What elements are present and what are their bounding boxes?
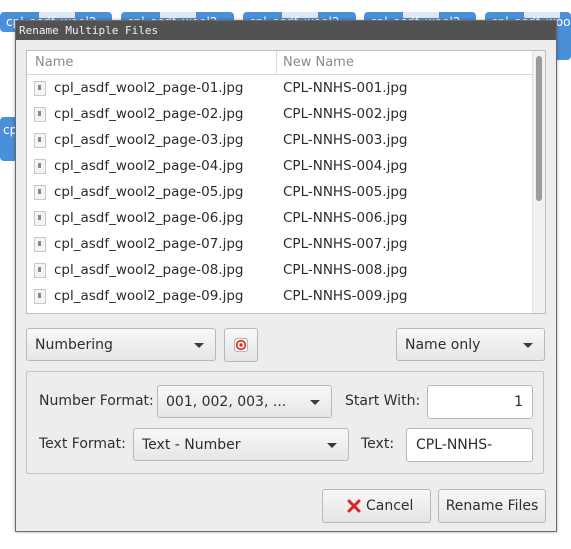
list-header: Name New Name — [27, 51, 532, 75]
image-file-icon — [34, 211, 46, 226]
file-name: cpl_asdf_wool2_page-05.jpg — [54, 184, 244, 200]
column-separator[interactable] — [276, 51, 277, 74]
table-row[interactable]: cpl_asdf_wool2_page-01.jpg CPL-NNHS-001.j… — [27, 75, 532, 101]
file-name: cpl_asdf_wool2_page-06.jpg — [54, 210, 244, 226]
file-name: cpl_asdf_wool2_page-09.jpg — [54, 288, 244, 304]
table-row[interactable]: cpl_asdf_wool2_page-05.jpg CPL-NNHS-005.j… — [27, 179, 532, 205]
text-format-value: Text - Number — [142, 437, 241, 453]
file-name: cpl_asdf_wool2_page-02.jpg — [54, 106, 244, 122]
image-file-icon — [34, 107, 46, 122]
new-file-name: CPL-NNHS-007.jpg — [283, 236, 408, 252]
edit-mode-button[interactable] — [224, 328, 258, 362]
image-file-icon — [34, 263, 46, 278]
file-name: cpl_asdf_wool2_page-07.jpg — [54, 236, 244, 252]
number-format-select[interactable]: 001, 002, 003, ... — [157, 385, 332, 418]
text-format-select[interactable]: Text - Number — [133, 428, 349, 461]
new-file-name: CPL-NNHS-001.jpg — [283, 80, 408, 96]
table-row[interactable]: cpl_asdf_wool2_page-04.jpg CPL-NNHS-004.j… — [27, 153, 532, 179]
number-format-value: 001, 002, 003, ... — [166, 394, 287, 410]
file-name: cpl_asdf_wool2_page-08.jpg — [54, 262, 244, 278]
file-name: cpl_asdf_wool2_page-03.jpg — [54, 132, 244, 148]
text-value: CPL-NNHS- — [416, 437, 493, 453]
image-file-icon — [34, 159, 46, 174]
new-file-name: CPL-NNHS-005.jpg — [283, 184, 408, 200]
start-with-value: 1 — [514, 394, 523, 410]
start-with-input[interactable]: 1 — [427, 385, 533, 419]
dialog-title: Rename Multiple Files — [19, 24, 159, 37]
text-format-label: Text Format: — [39, 436, 126, 452]
table-row[interactable]: cpl_asdf_wool2_page-02.jpg CPL-NNHS-002.j… — [27, 101, 532, 127]
scrollbar-thumb[interactable] — [536, 56, 542, 201]
rename-mode-select[interactable]: Numbering — [26, 328, 216, 361]
file-name: cpl_asdf_wool2_page-04.jpg — [54, 158, 244, 174]
chevron-down-icon — [194, 343, 204, 348]
number-format-label: Number Format: — [39, 393, 154, 409]
table-row[interactable]: cpl_asdf_wool2_page-06.jpg CPL-NNHS-006.j… — [27, 205, 532, 231]
target-icon — [234, 338, 248, 352]
file-rows: cpl_asdf_wool2_page-01.jpg CPL-NNHS-001.j… — [27, 75, 532, 309]
scope-select[interactable]: Name only — [396, 328, 545, 361]
rename-files-button[interactable]: Rename Files — [438, 489, 546, 523]
text-label: Text: — [361, 436, 395, 452]
rename-mode-value: Numbering — [35, 337, 113, 353]
image-file-icon — [34, 133, 46, 148]
text-input[interactable]: CPL-NNHS- — [406, 428, 533, 462]
list-scrollbar[interactable] — [532, 51, 545, 313]
chevron-down-icon — [523, 343, 533, 348]
table-row[interactable]: cpl_asdf_wool2_page-07.jpg CPL-NNHS-007.j… — [27, 231, 532, 257]
cancel-icon — [347, 499, 361, 513]
new-file-name: CPL-NNHS-002.jpg — [283, 106, 408, 122]
image-file-icon — [34, 81, 46, 96]
cancel-label: Cancel — [366, 498, 414, 514]
dialog-titlebar[interactable]: Rename Multiple Files — [16, 21, 556, 40]
image-file-icon — [34, 237, 46, 252]
scope-value: Name only — [405, 337, 481, 353]
file-list[interactable]: Name New Name cpl_asdf_wool2_page-01.jpg… — [26, 50, 546, 314]
chevron-down-icon — [310, 400, 320, 405]
table-row[interactable]: cpl_asdf_wool2_page-08.jpg CPL-NNHS-008.j… — [27, 257, 532, 283]
start-with-label: Start With: — [345, 393, 421, 409]
new-file-name: CPL-NNHS-009.jpg — [283, 288, 408, 304]
image-file-icon — [34, 185, 46, 200]
cancel-button[interactable]: Cancel — [322, 489, 431, 523]
new-file-name: CPL-NNHS-003.jpg — [283, 132, 408, 148]
table-row[interactable]: cpl_asdf_wool2_page-09.jpg CPL-NNHS-009.j… — [27, 283, 532, 309]
table-row[interactable]: cpl_asdf_wool2_page-03.jpg CPL-NNHS-003.j… — [27, 127, 532, 153]
numbering-options: Number Format: 001, 002, 003, ... Start … — [26, 371, 544, 474]
image-file-icon — [34, 289, 46, 304]
new-file-name: CPL-NNHS-008.jpg — [283, 262, 408, 278]
new-file-name: CPL-NNHS-006.jpg — [283, 210, 408, 226]
file-name: cpl_asdf_wool2_page-01.jpg — [54, 80, 244, 96]
rename-files-label: Rename Files — [445, 498, 539, 514]
rename-dialog: Rename Multiple Files Name New Name cpl_… — [15, 20, 557, 532]
chevron-down-icon — [327, 443, 337, 448]
new-file-name: CPL-NNHS-004.jpg — [283, 158, 408, 174]
column-header-new-name[interactable]: New Name — [283, 51, 354, 74]
column-header-name[interactable]: Name — [35, 51, 73, 74]
